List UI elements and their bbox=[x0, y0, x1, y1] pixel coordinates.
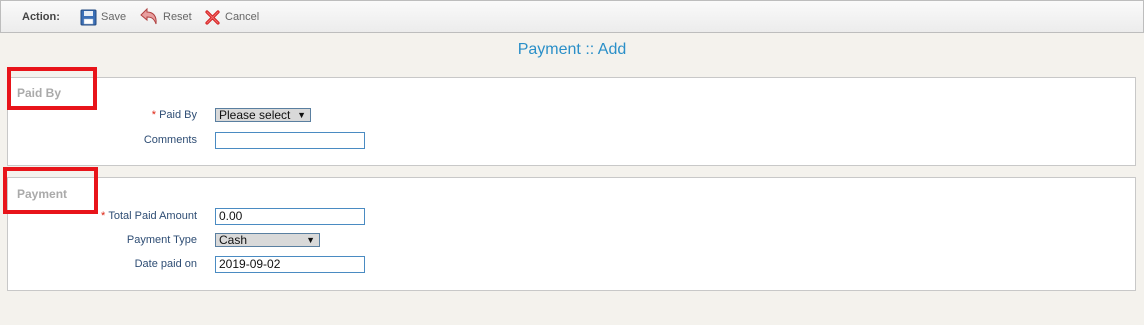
floppy-disk-icon bbox=[80, 9, 97, 26]
paid-by-select[interactable]: Please select ▼ bbox=[215, 108, 311, 122]
comments-label: Comments bbox=[143, 134, 197, 146]
payment-type-select[interactable]: Cash ▼ bbox=[215, 233, 320, 247]
cancel-label: Cancel bbox=[225, 11, 260, 23]
required-marker: * bbox=[151, 109, 157, 121]
total-paid-amount-label: * Total Paid Amount bbox=[101, 210, 197, 222]
highlight-box-payment bbox=[3, 167, 98, 214]
chevron-down-icon: ▼ bbox=[297, 110, 306, 120]
action-label: Action: bbox=[22, 11, 60, 23]
save-label: Save bbox=[101, 11, 127, 23]
paid-by-section bbox=[7, 77, 1136, 166]
required-marker: * bbox=[101, 210, 106, 222]
payment-type-select-value: Cash bbox=[219, 233, 248, 247]
reset-button[interactable]: Reset bbox=[139, 7, 192, 27]
date-paid-on-input[interactable]: 2019-09-02 bbox=[215, 256, 365, 273]
date-paid-on-label: Date paid on bbox=[134, 258, 197, 270]
total-paid-amount-input[interactable]: 0.00 bbox=[215, 208, 365, 225]
save-button[interactable]: Save bbox=[80, 7, 126, 27]
red-x-icon bbox=[204, 9, 221, 26]
paid-by-select-value: Please select bbox=[219, 108, 291, 122]
highlight-box-paid-by bbox=[7, 67, 97, 110]
page-title: Payment :: Add bbox=[517, 41, 627, 58]
payment-type-label: Payment Type bbox=[126, 234, 197, 246]
comments-input[interactable] bbox=[215, 132, 365, 149]
undo-arrow-icon bbox=[139, 7, 159, 27]
cancel-button[interactable]: Cancel bbox=[204, 7, 259, 27]
chevron-down-icon: ▼ bbox=[306, 235, 315, 245]
paid-by-label: * Paid By bbox=[151, 109, 197, 121]
action-toolbar: Action: Save Reset Cancel bbox=[0, 0, 1144, 33]
reset-label: Reset bbox=[163, 11, 192, 23]
